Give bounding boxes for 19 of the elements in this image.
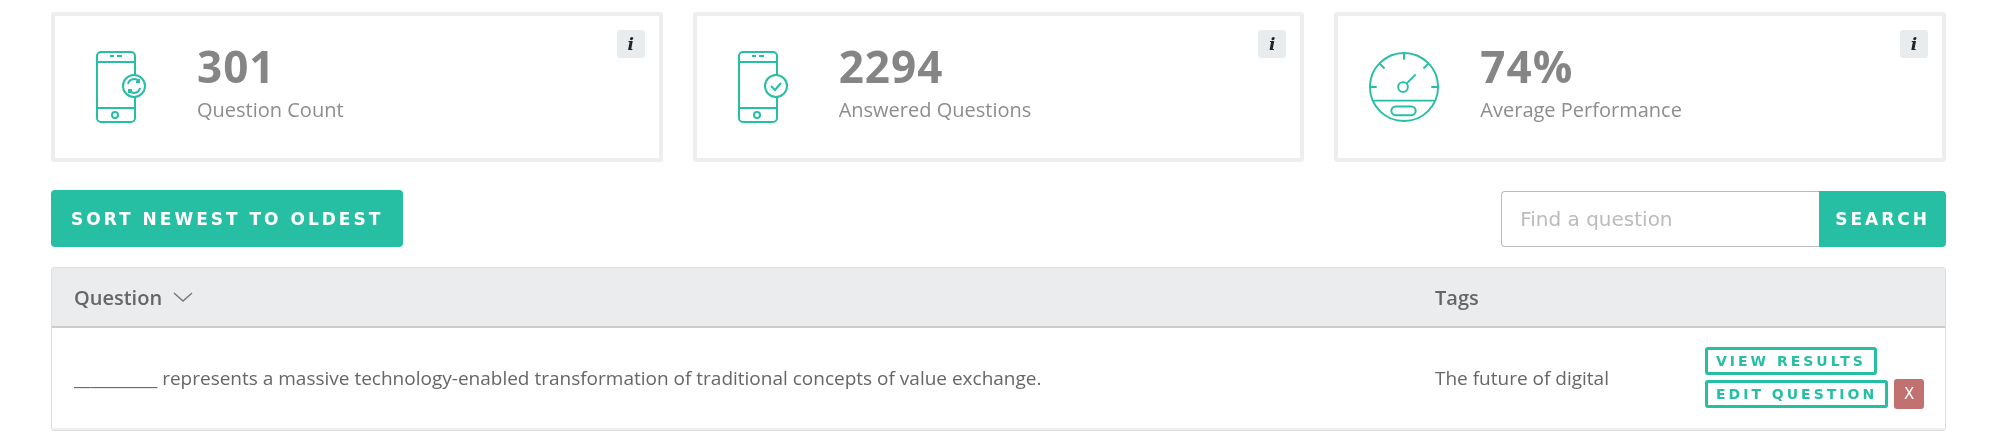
info-badge[interactable]: i: [1258, 30, 1287, 58]
stat-label: Answered Questions: [838, 95, 1032, 123]
tag-text: The future of digital: [1435, 365, 1610, 391]
stat-value: 2294: [838, 43, 945, 88]
delete-button[interactable]: X: [1894, 379, 1925, 409]
info-badge[interactable]: i: [616, 30, 645, 58]
stat-value: 74%: [1480, 43, 1575, 88]
search-field[interactable]: Find a question: [1501, 190, 1820, 247]
column-header[interactable]: Tags: [1435, 283, 1479, 311]
stat-label: Question Count: [197, 95, 344, 123]
stat-value: 301: [197, 43, 277, 88]
stat-label: Average Performance: [1480, 95, 1682, 123]
sort-caret-icon[interactable]: [172, 291, 195, 303]
info-badge[interactable]: i: [1900, 30, 1928, 58]
phone-check-icon: [736, 50, 789, 124]
gauge-icon: [1368, 50, 1441, 124]
phone-sync-icon: [95, 50, 147, 124]
column-header[interactable]: Question: [74, 283, 163, 311]
question-text: __________ represents a massive technology-enabled transformation of traditional concepts of value exchange.: [73, 365, 1043, 391]
